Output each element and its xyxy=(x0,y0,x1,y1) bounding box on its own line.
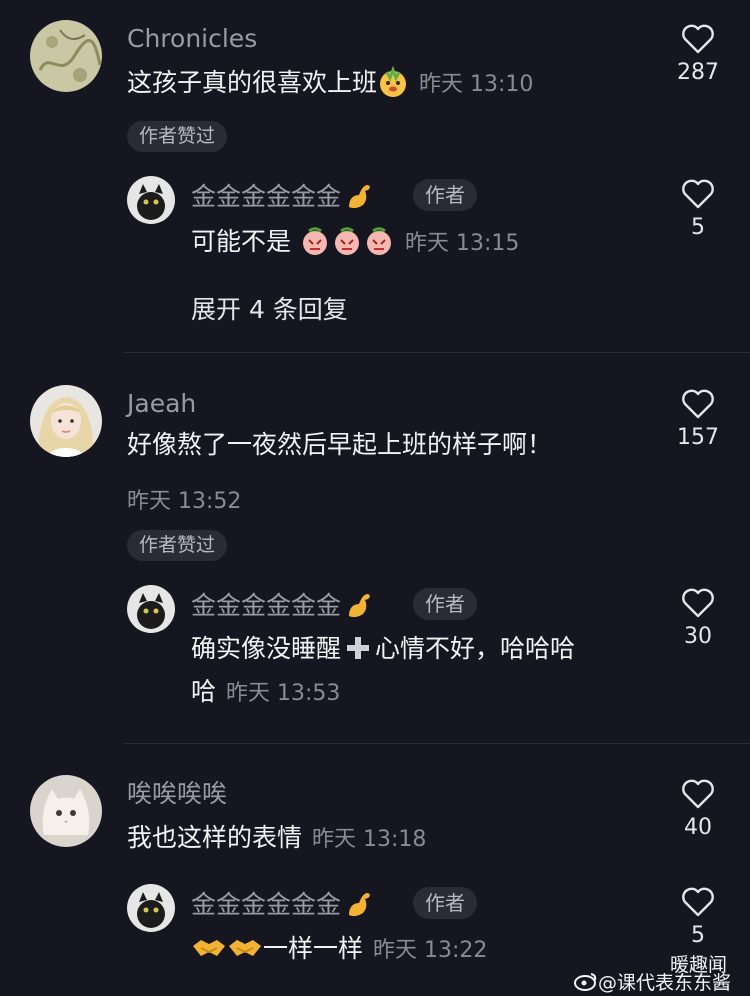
reply-author-name: 金金金金金金 xyxy=(191,182,342,211)
expand-replies-link[interactable]: 展开 4 条回复 xyxy=(191,290,348,326)
like-button[interactable]: 157 xyxy=(668,389,728,450)
peach-face-icon xyxy=(363,225,395,261)
author-tag: 作者 xyxy=(413,887,477,919)
handshake-icon xyxy=(227,934,263,966)
plus-icon xyxy=(345,635,371,665)
reply-author-name: 金金金金金金 xyxy=(191,591,342,620)
comment-text: 这孩子真的很喜欢上班 昨天 13:10 xyxy=(127,65,534,102)
handshake-icon xyxy=(191,934,227,966)
author-tag: 作者 xyxy=(413,179,477,211)
like-count: 30 xyxy=(684,624,712,649)
peach-face-icon xyxy=(299,225,331,261)
reply-text: 可能不是 昨天 13:15 xyxy=(191,225,519,261)
reply-author[interactable]: 金金金金金金 xyxy=(191,181,375,215)
reply-text-content: 哈 xyxy=(191,677,217,706)
author-liked-badge: 作者赞过 xyxy=(127,121,228,152)
avatar[interactable] xyxy=(30,775,102,847)
like-count: 40 xyxy=(684,815,712,840)
like-count: 287 xyxy=(677,60,719,85)
reply-avatar[interactable] xyxy=(127,884,175,932)
flexed-biceps-icon xyxy=(345,590,375,624)
like-count: 5 xyxy=(691,215,705,240)
reply-text-content: 可能不是 xyxy=(191,227,292,256)
peach-face-icon xyxy=(331,225,363,261)
comment-time: 昨天 13:52 xyxy=(127,489,242,514)
reply-like-button[interactable]: 5 xyxy=(668,179,728,240)
comment-time: 昨天 13:10 xyxy=(419,72,534,97)
heart-outline-icon xyxy=(682,779,714,809)
heart-outline-icon xyxy=(682,887,714,917)
heart-outline-icon xyxy=(682,179,714,209)
reply-text-line2: 哈昨天 13:53 xyxy=(191,679,340,705)
reply-time: 昨天 13:22 xyxy=(373,938,488,963)
watermark: @课代表东东酱 xyxy=(574,968,731,996)
reply-text: 一样一样 昨天 13:22 xyxy=(191,934,487,966)
heart-outline-icon xyxy=(682,389,714,419)
heart-outline-icon xyxy=(682,24,714,54)
reply-text: 确实像没睡醒 心情不好，哈哈哈 xyxy=(191,635,575,665)
heart-outline-icon xyxy=(682,588,714,618)
reply-like-button[interactable]: 30 xyxy=(668,588,728,649)
avatar[interactable] xyxy=(30,20,102,92)
reply-time: 昨天 13:53 xyxy=(226,681,341,706)
reply-author-name: 金金金金金金 xyxy=(191,890,342,919)
watermark-handle: @课代表东东酱 xyxy=(598,972,732,994)
like-button[interactable]: 287 xyxy=(668,24,728,85)
reply-text-content: 一样一样 xyxy=(263,934,364,963)
comment-text: 好像熬了一夜然后早起上班的样子啊！ xyxy=(127,430,553,459)
reply-like-button[interactable]: 5 xyxy=(668,887,728,948)
reply-text-content: 确实像没睡醒 xyxy=(191,634,342,663)
reply-author[interactable]: 金金金金金金 xyxy=(191,889,375,923)
comment-text-content: 我也这样的表情 xyxy=(127,823,303,852)
divider xyxy=(124,743,750,744)
comment-text: 我也这样的表情 昨天 13:18 xyxy=(127,825,426,851)
like-count: 157 xyxy=(677,425,719,450)
reply-avatar[interactable] xyxy=(127,585,175,633)
like-count: 5 xyxy=(691,923,705,948)
comment-time: 昨天 13:18 xyxy=(312,827,427,852)
comment-author[interactable]: Chronicles xyxy=(127,26,257,51)
weibo-logo-icon xyxy=(574,971,598,996)
author-tag: 作者 xyxy=(413,588,477,620)
smile-face-icon xyxy=(377,65,409,102)
avatar[interactable] xyxy=(30,385,102,457)
divider xyxy=(124,352,750,353)
like-button[interactable]: 40 xyxy=(668,779,728,840)
reply-author[interactable]: 金金金金金金 xyxy=(191,590,375,624)
reply-text-content: 心情不好，哈哈哈 xyxy=(375,634,576,663)
comment-author[interactable]: 唉唉唉唉 xyxy=(127,781,227,806)
comment-author[interactable]: Jaeah xyxy=(127,391,196,416)
reply-avatar[interactable] xyxy=(127,176,175,224)
comment-text-content: 这孩子真的很喜欢上班 xyxy=(127,68,378,97)
flexed-biceps-icon xyxy=(345,889,375,923)
reply-time: 昨天 13:15 xyxy=(404,231,520,256)
author-liked-badge: 作者赞过 xyxy=(127,530,228,561)
flexed-biceps-icon xyxy=(345,181,375,215)
